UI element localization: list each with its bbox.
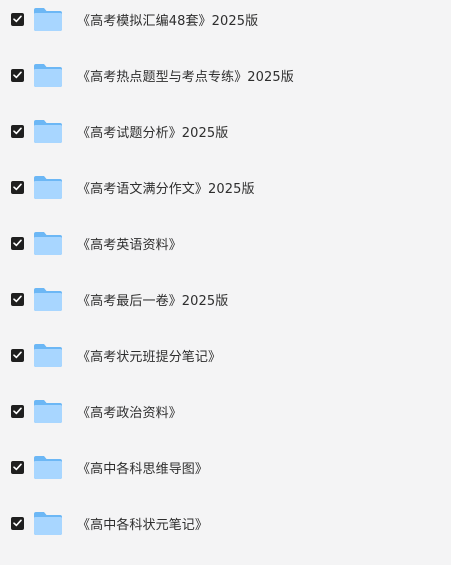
checkbox-checked[interactable] — [11, 12, 24, 26]
list-item[interactable]: 《高中各科思维导图》 — [0, 439, 451, 495]
file-name[interactable]: 《高中各科思维导图》 — [77, 458, 208, 477]
file-name[interactable]: 《高考状元班提分笔记》 — [77, 346, 221, 365]
file-name[interactable]: 《高考语文满分作文》2025版 — [77, 178, 255, 197]
list-item[interactable]: 《高考政治资料》 — [0, 383, 451, 439]
file-name[interactable]: 《高考模拟汇编48套》2025版 — [77, 10, 258, 29]
checkbox-checked[interactable] — [11, 292, 24, 306]
file-name[interactable]: 《高考英语资料》 — [77, 234, 182, 253]
file-name[interactable]: 《高考政治资料》 — [77, 402, 182, 421]
folder-icon — [33, 119, 63, 144]
folder-icon — [33, 511, 63, 536]
checkbox-checked[interactable] — [11, 180, 24, 194]
list-item[interactable]: 《高考热点题型与考点专练》2025版 — [0, 47, 451, 103]
checkbox-checked[interactable] — [11, 124, 24, 138]
folder-icon — [33, 63, 63, 88]
list-item[interactable]: 《高考试题分析》2025版 — [0, 103, 451, 159]
file-name[interactable]: 《高中各科状元笔记》 — [77, 514, 208, 533]
list-item[interactable]: 《高考英语资料》 — [0, 215, 451, 271]
list-item[interactable]: 《高考状元班提分笔记》 — [0, 327, 451, 383]
folder-icon — [33, 287, 63, 312]
checkbox-checked[interactable] — [11, 404, 24, 418]
checkbox-checked[interactable] — [11, 516, 24, 530]
list-item[interactable]: 《高考模拟汇编48套》2025版 — [0, 0, 451, 47]
folder-icon — [33, 343, 63, 368]
checkbox-checked[interactable] — [11, 460, 24, 474]
checkbox-checked[interactable] — [11, 236, 24, 250]
list-item[interactable]: 《高考最后一卷》2025版 — [0, 271, 451, 327]
file-name[interactable]: 《高考最后一卷》2025版 — [77, 290, 228, 309]
file-name[interactable]: 《高考热点题型与考点专练》2025版 — [77, 66, 294, 85]
folder-icon — [33, 455, 63, 480]
folder-icon — [33, 7, 63, 32]
folder-icon — [33, 231, 63, 256]
checkbox-checked[interactable] — [11, 68, 24, 82]
file-name[interactable]: 《高考试题分析》2025版 — [77, 122, 228, 141]
checkbox-checked[interactable] — [11, 348, 24, 362]
list-item[interactable]: 《高考语文满分作文》2025版 — [0, 159, 451, 215]
folder-icon — [33, 175, 63, 200]
folder-icon — [33, 399, 63, 424]
file-list: 《高考模拟汇编48套》2025版 《高考热点题型与考点专练》2025版 《高考试… — [0, 0, 451, 556]
list-item[interactable]: 《高中各科状元笔记》 — [0, 495, 451, 551]
